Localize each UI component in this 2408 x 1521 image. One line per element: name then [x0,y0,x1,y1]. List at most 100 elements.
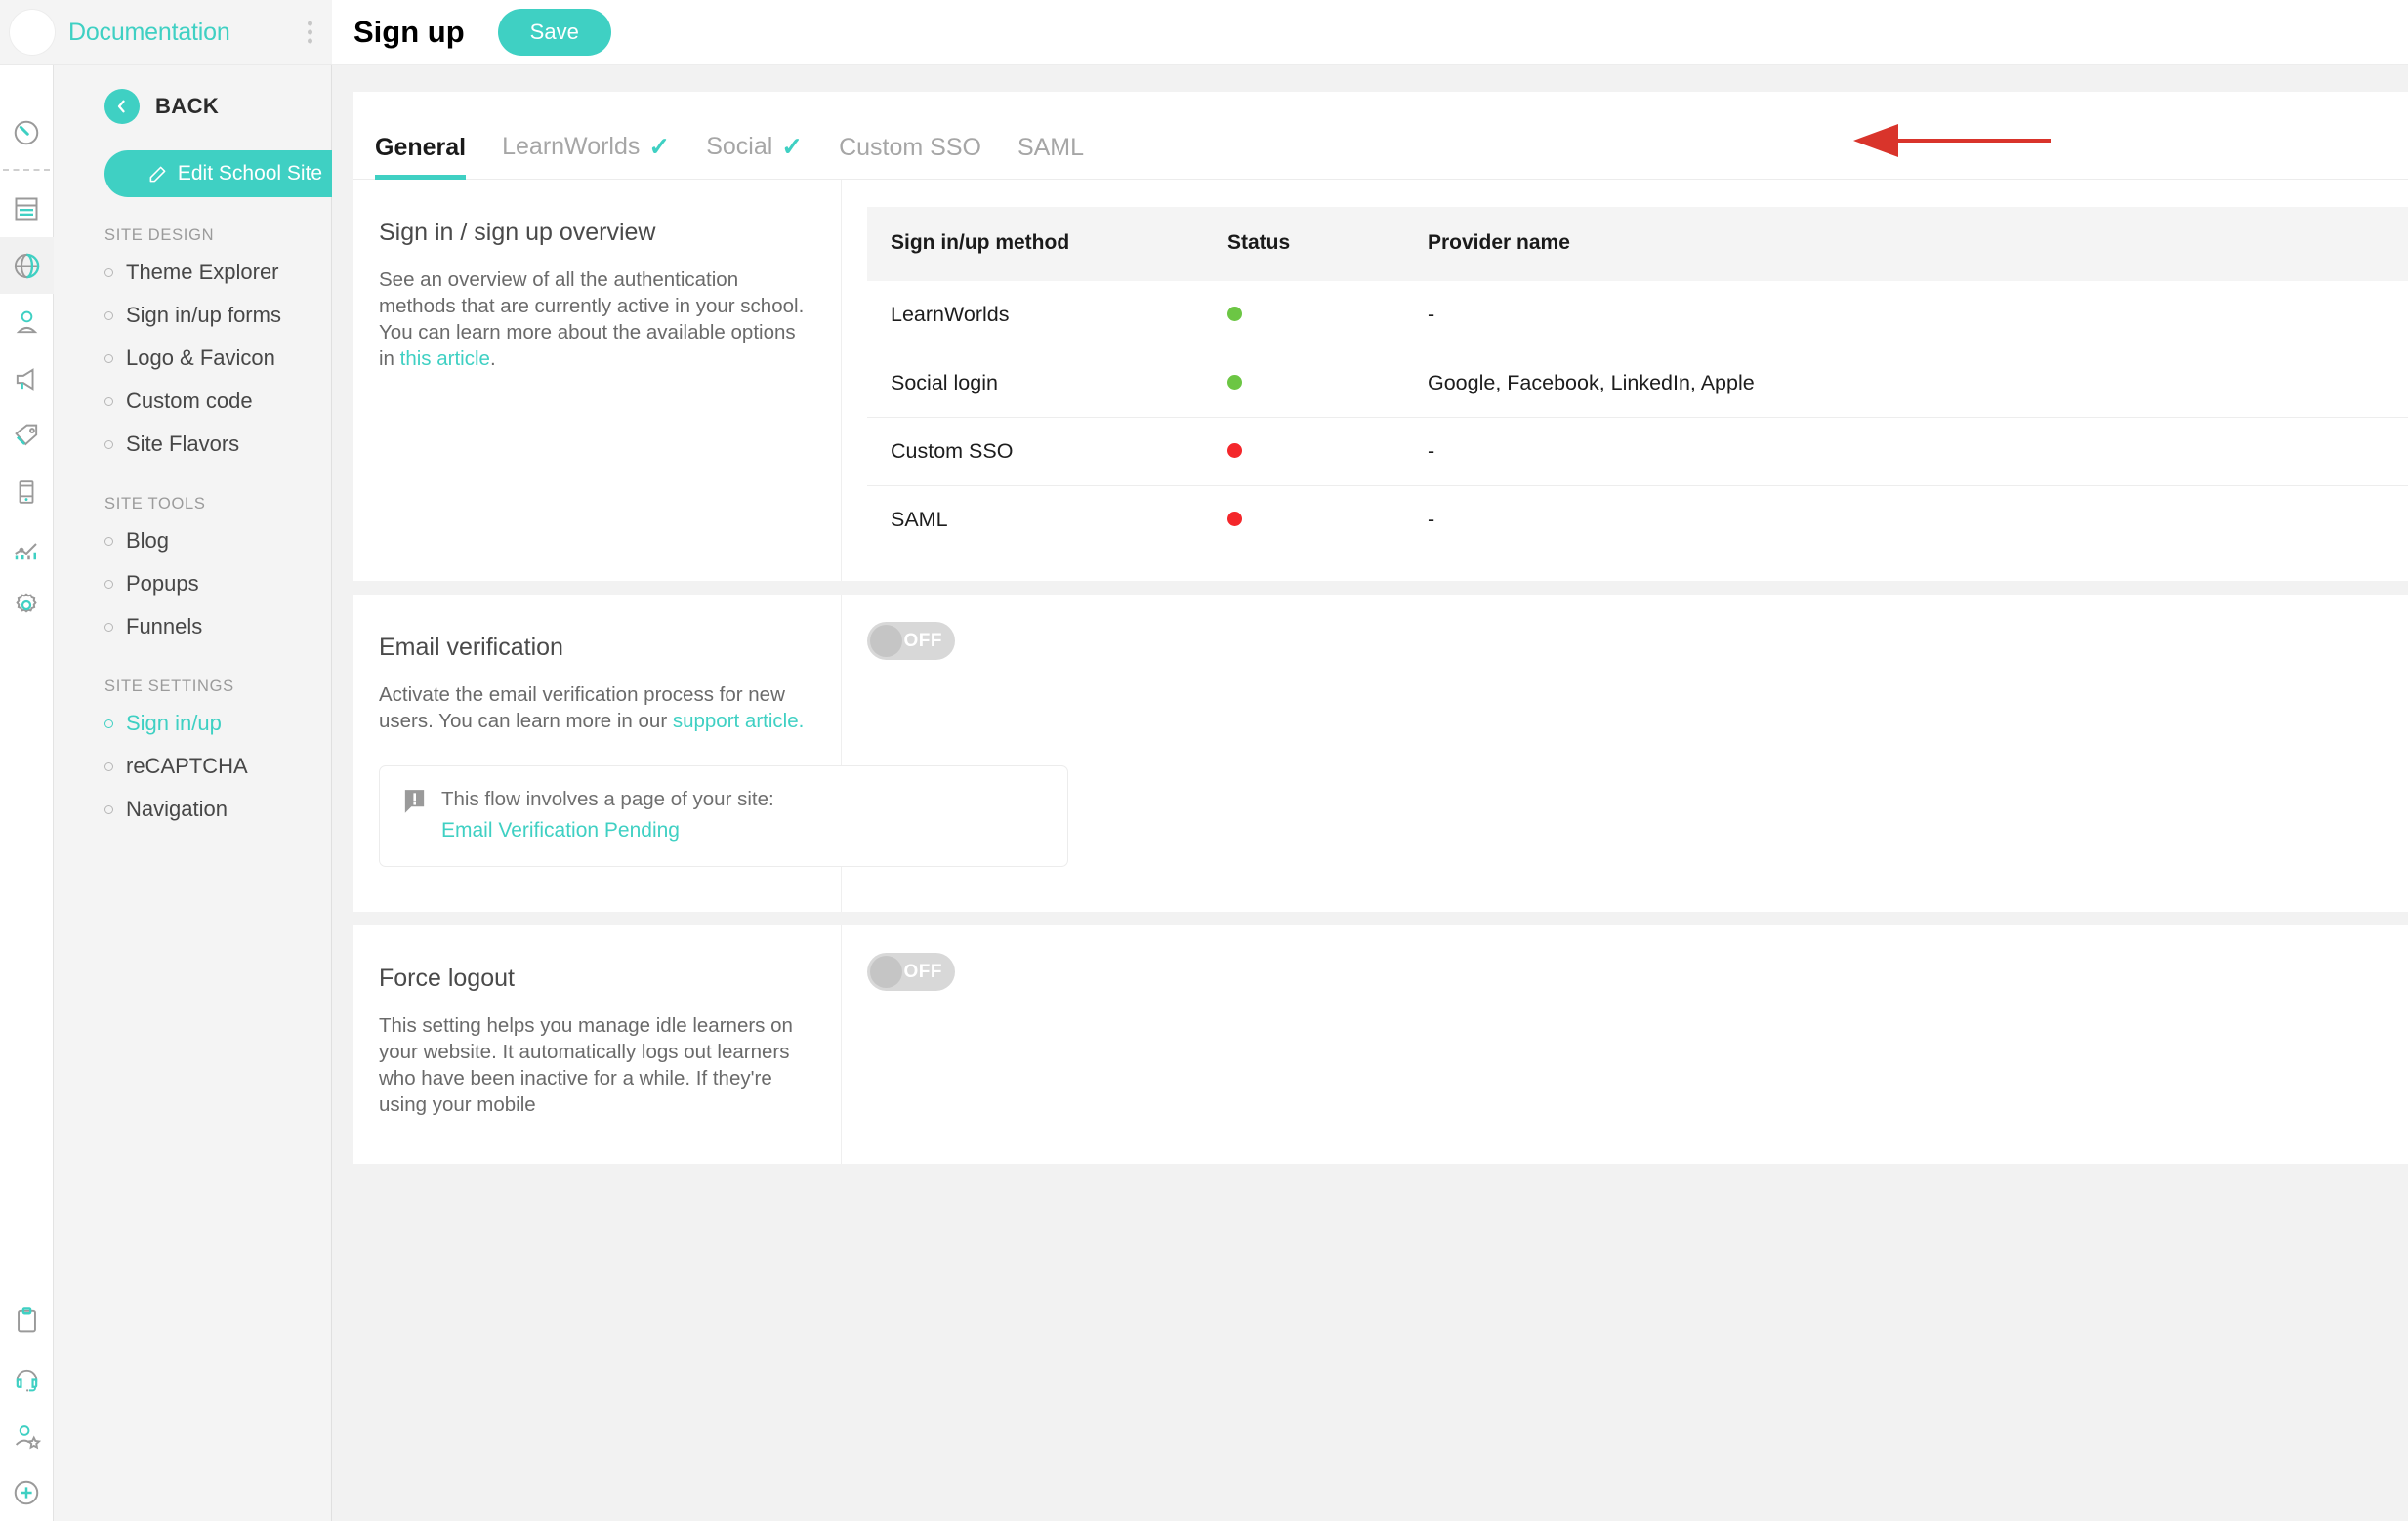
force-logout-description: Force logout This setting helps you mana… [353,925,842,1164]
sidebar: Documentation BACK Edit School Site SITE… [0,0,366,1521]
brand-header[interactable]: Documentation [0,0,332,65]
site-pages-icon[interactable] [0,181,54,237]
page-title: Sign up [353,15,465,49]
sidebar-item-custom-code[interactable]: Custom code [54,380,331,423]
website-globe-icon[interactable] [0,237,54,294]
sidebar-item-sign-in-up[interactable]: Sign in/up [54,702,331,745]
email-verification-panel: Email verification Activate the email ve… [353,595,2408,913]
column-header-status: Status [1204,207,1404,282]
column-header-method: Sign in/up method [867,207,1204,282]
app-root: Documentation BACK Edit School Site SITE… [0,0,2408,1521]
main-area: Sign up Save General LearnWorlds ✓ Socia… [332,0,2408,1521]
annotation-arrow-icon [1848,121,2053,165]
toggle-knob [870,625,902,658]
table-head: Sign in/up method Status Provider name [867,207,2408,282]
tasks-clipboard-icon[interactable] [0,1295,54,1351]
back-button[interactable]: BACK [54,65,331,124]
cell-status [1204,349,1404,418]
cell-method: Social login [867,349,1204,418]
bullet-icon [104,536,113,546]
sidebar-item-theme-explorer[interactable]: Theme Explorer [54,251,331,294]
bullet-icon [104,579,113,589]
sidebar-item-funnels[interactable]: Funnels [54,605,331,648]
force-logout-split: Force logout This setting helps you mana… [353,925,2408,1164]
account-star-icon[interactable] [0,1408,54,1464]
force-logout-toggle[interactable]: OFF [867,953,955,992]
toggle-knob [870,956,902,989]
cell-status [1204,417,1404,486]
status-dot-icon [1227,375,1242,391]
check-icon: ✓ [648,132,671,161]
mobile-app-icon[interactable] [0,464,54,520]
support-headset-icon[interactable] [0,1351,54,1408]
tab-general[interactable]: General [375,134,467,180]
sidebar-item-blog[interactable]: Blog [54,519,331,562]
tab-saml[interactable]: SAML [1017,134,1084,179]
tab-label: General [375,134,467,161]
sidebar-item-logo-favicon[interactable]: Logo & Favicon [54,337,331,380]
table-row: LearnWorlds - [867,281,2408,349]
sidebar-item-label: Sign in/up [126,711,222,735]
sidebar-item-label: Blog [126,528,170,553]
content-scroll[interactable]: General LearnWorlds ✓ Social ✓ Custom SS… [332,65,2408,1521]
edit-school-site-label: Edit School Site [177,162,323,185]
force-logout-panel: Force logout This setting helps you mana… [353,925,2408,1164]
overview-panel: General LearnWorlds ✓ Social ✓ Custom SS… [353,92,2408,582]
sidebar-item-label: Theme Explorer [126,260,279,284]
icon-rail [0,0,54,1521]
force-logout-control: OFF [842,925,2408,1163]
status-dot-icon [1227,443,1242,459]
support-article-link[interactable]: support article. [673,710,804,732]
sidebar-item-label: Navigation [126,797,228,821]
cell-status [1204,281,1404,349]
overview-text-part-2: . [489,348,496,371]
sidebar-item-popups[interactable]: Popups [54,562,331,605]
save-button[interactable]: Save [497,9,611,56]
tabs-bar: General LearnWorlds ✓ Social ✓ Custom SS… [353,92,2408,180]
sidebar-item-navigation[interactable]: Navigation [54,788,331,831]
sales-tag-icon[interactable] [0,407,54,464]
sidebar-item-recaptcha[interactable]: reCAPTCHA [54,745,331,788]
table-body: LearnWorlds - Social login Google, Faceb… [867,281,2408,555]
add-plus-icon[interactable] [0,1464,54,1521]
sidebar-body: BACK Edit School Site SITE DESIGN Theme … [54,65,366,831]
overview-table-wrap: Sign in/up method Status Provider name L… [842,180,2408,581]
auth-methods-table: Sign in/up method Status Provider name L… [867,207,2408,555]
email-verification-split: Email verification Activate the email ve… [353,595,2408,913]
sidebar-item-site-flavors[interactable]: Site Flavors [54,423,331,466]
back-label: BACK [155,94,220,118]
toggle-state-label: OFF [903,630,942,651]
email-verification-control: OFF [842,595,2408,912]
kebab-menu-icon[interactable] [308,21,312,44]
sidebar-item-label: Custom code [126,389,253,413]
overview-title: Sign in / sign up overview [379,219,656,246]
marketing-megaphone-icon[interactable] [0,350,54,407]
table-row: Social login Google, Facebook, LinkedIn,… [867,349,2408,418]
table-row: SAML - [867,485,2408,555]
email-verification-pending-link[interactable]: Email Verification Pending [441,819,680,842]
sidebar-item-sign-in-up-forms[interactable]: Sign in/up forms [54,294,331,337]
users-icon[interactable] [0,294,54,350]
cell-status [1204,485,1404,555]
nav-group-site-settings: SITE SETTINGS Sign in/up reCAPTCHA Navig… [54,678,331,831]
dashboard-gauge-icon[interactable] [0,104,54,161]
tab-learnworlds[interactable]: LearnWorlds ✓ [502,132,670,179]
edit-school-site-button[interactable]: Edit School Site [104,150,366,197]
cell-provider: Google, Facebook, LinkedIn, Apple [1404,349,2408,418]
tab-custom-sso[interactable]: Custom SSO [839,134,981,179]
email-verification-text: Activate the email verification process … [379,681,811,734]
bullet-icon [104,396,113,406]
nav-group-site-design: SITE DESIGN Theme Explorer Sign in/up fo… [54,226,331,466]
tab-label: LearnWorlds [502,133,641,160]
this-article-link[interactable]: this article [400,348,490,370]
reports-chart-icon[interactable] [0,520,54,577]
bullet-icon [104,622,113,632]
bullet-icon [104,267,113,277]
settings-gear-icon[interactable] [0,577,54,634]
column-header-provider: Provider name [1404,207,2408,282]
email-verification-toggle[interactable]: OFF [867,622,955,661]
overview-description: Sign in / sign up overview See an overvi… [353,180,842,582]
tab-social[interactable]: Social ✓ [706,132,803,179]
force-logout-title: Force logout [379,965,515,993]
sidebar-item-label: Popups [126,571,199,596]
